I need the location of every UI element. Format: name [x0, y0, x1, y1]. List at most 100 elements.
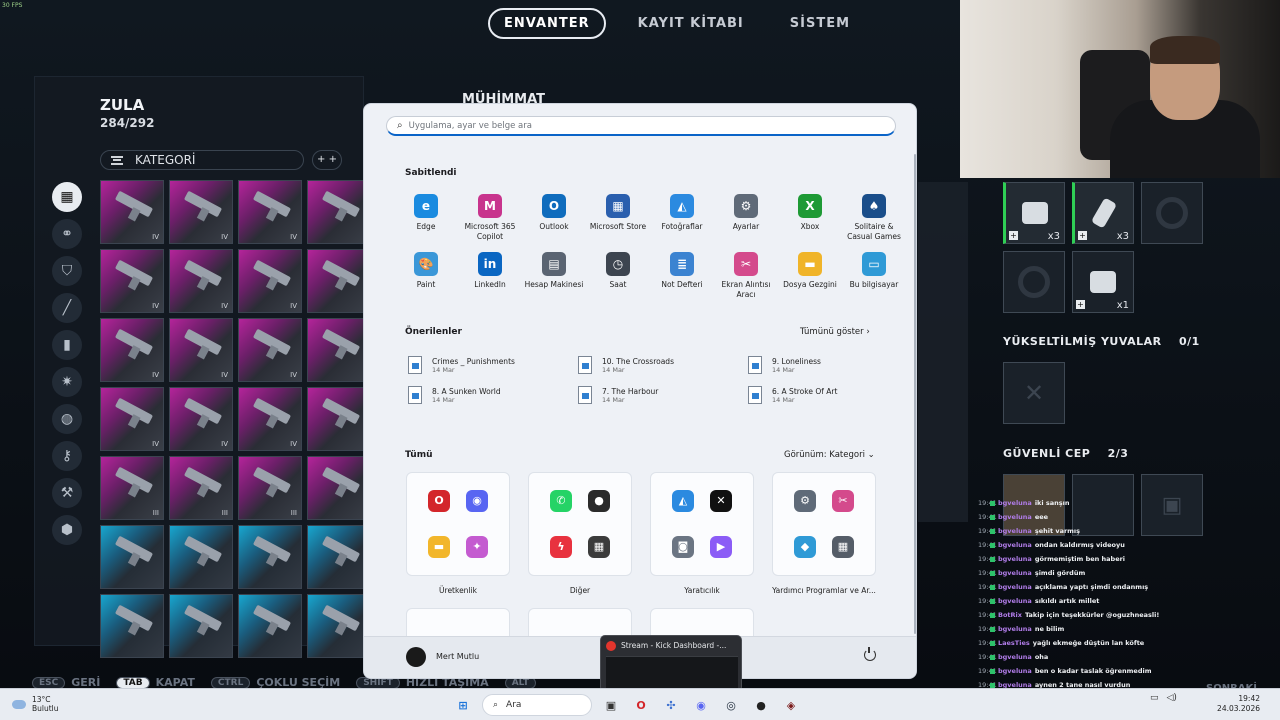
steam-icon[interactable]: ◎ [720, 694, 742, 716]
ammo-icon[interactable]: ▮ [52, 330, 82, 360]
inventory-cell[interactable]: IV [169, 180, 233, 244]
inventory-cell[interactable] [307, 180, 371, 244]
equipment-slot[interactable]: + x3 [1003, 182, 1065, 244]
empty-slot[interactable] [1003, 251, 1065, 313]
pinned-app[interactable]: ▦ Microsoft Store [586, 194, 650, 242]
inventory-cell[interactable] [307, 525, 371, 589]
cube-icon[interactable]: ⬢ [52, 515, 82, 545]
inventory-cell[interactable]: IV [100, 387, 164, 451]
chat-username[interactable]: bgveluna [998, 510, 1032, 524]
tab-sistem[interactable]: SİSTEM [776, 10, 864, 37]
pinned-app[interactable]: ▬ Dosya Gezgini [778, 252, 842, 300]
inventory-cell[interactable]: III [169, 456, 233, 520]
inventory-cell[interactable]: IV [169, 249, 233, 313]
start-search-input[interactable] [408, 120, 869, 131]
weapon-icon[interactable]: ╱ [52, 293, 82, 323]
category-folder[interactable]: ◭ ✕ ◙ ▶ [650, 472, 754, 576]
chat-username[interactable]: bgveluna [998, 650, 1032, 664]
clock[interactable]: 19:42 24.03.2026 [1210, 694, 1260, 714]
empty-slot[interactable] [1141, 182, 1203, 244]
equipment-slot[interactable]: + x3 [1072, 182, 1134, 244]
pinned-app[interactable]: ⚙ Ayarlar [714, 194, 778, 242]
chat-username[interactable]: bgveluna [998, 580, 1032, 594]
windows-start-icon[interactable]: ⊞ [452, 694, 474, 716]
shield-icon[interactable]: ⛉ [52, 256, 82, 286]
chat-username[interactable]: LaesTies [998, 636, 1030, 650]
inventory-cell[interactable] [307, 594, 371, 658]
inventory-cell[interactable]: IV [100, 318, 164, 382]
inventory-cell[interactable]: III [238, 456, 302, 520]
recommended-item[interactable]: 10. The Crossroads 14 Mar [578, 356, 748, 374]
pinned-app[interactable]: ◷ Saat [586, 252, 650, 300]
recommended-item[interactable]: Crimes _ Punishments 14 Mar [408, 356, 578, 374]
opera-icon[interactable]: O [630, 694, 652, 716]
wrench-icon[interactable]: ⚒ [52, 478, 82, 508]
pinned-app[interactable]: ≣ Not Defteri [650, 252, 714, 300]
pinned-app[interactable]: e Edge [394, 194, 458, 242]
user-name[interactable]: Mert Mutlu [436, 652, 479, 661]
view-selector[interactable]: Görünüm: Kategori ⌄ [778, 448, 881, 462]
inventory-cell[interactable]: III [100, 456, 164, 520]
game-icon[interactable]: ◈ [780, 694, 802, 716]
pinned-app[interactable]: ◭ Fotoğraflar [650, 194, 714, 242]
recommended-item[interactable]: 6. A Stroke Of Art 14 Mar [748, 386, 916, 404]
weather-widget[interactable]: 13°C Bulutlu [12, 695, 59, 713]
pinned-app[interactable]: O Outlook [522, 194, 586, 242]
category-folder[interactable]: O ◉ ▬ ✦ [406, 472, 510, 576]
inventory-cell[interactable] [100, 594, 164, 658]
pinned-app[interactable]: 🎨 Paint [394, 252, 458, 300]
inventory-cell[interactable]: IV [238, 318, 302, 382]
recommended-item[interactable]: 8. A Sunken World 14 Mar [408, 386, 578, 404]
category-folder[interactable]: ✆ ● ϟ ▦ [528, 472, 632, 576]
app-category-group[interactable]: ✆ ● ϟ ▦ Diğer [528, 472, 632, 595]
chat-username[interactable]: BotRix [998, 608, 1022, 622]
pinned-app[interactable]: in LinkedIn [458, 252, 522, 300]
attachments-icon[interactable]: ⚭ [52, 219, 82, 249]
chat-username[interactable]: bgveluna [998, 622, 1032, 636]
all-grid-icon[interactable]: ▦ [52, 182, 82, 212]
tab-envanter[interactable]: ENVANTER [488, 8, 606, 39]
inventory-cell[interactable]: IV [238, 249, 302, 313]
inventory-cell[interactable] [238, 594, 302, 658]
equipment-slot[interactable]: + x1 [1072, 251, 1134, 313]
pinned-app[interactable]: ✂ Ekran Alıntısı Aracı [714, 252, 778, 300]
taskbar-preview-popup[interactable]: Stream - Kick Dashboard -... [600, 635, 742, 692]
chat-username[interactable]: bgveluna [998, 552, 1032, 566]
chat-username[interactable]: bgveluna [998, 524, 1032, 538]
inventory-cell[interactable] [307, 318, 371, 382]
upgraded-slot[interactable]: ✕ [1003, 362, 1065, 424]
inventory-cell[interactable] [169, 525, 233, 589]
key-icon[interactable]: ⚷ [52, 441, 82, 471]
app-category-group[interactable]: ◭ ✕ ◙ ▶ Yaratıcılık [650, 472, 754, 595]
show-all-button[interactable]: Tümünü göster › [794, 325, 876, 339]
chat-username[interactable]: bgveluna [998, 594, 1032, 608]
chat-username[interactable]: bgveluna [998, 496, 1032, 510]
chat-username[interactable]: bgveluna [998, 538, 1032, 552]
inventory-cell[interactable] [169, 594, 233, 658]
network-icon[interactable]: ▭ [1150, 693, 1159, 703]
volume-icon[interactable]: ◁) [1167, 693, 1177, 703]
inventory-cell[interactable]: IV [100, 180, 164, 244]
inventory-cell[interactable] [307, 456, 371, 520]
pinned-app[interactable]: ♠ Solitaire & Casual Games [842, 194, 906, 242]
power-icon[interactable] [864, 647, 876, 661]
chat-username[interactable]: bgveluna [998, 566, 1032, 580]
category-folder[interactable]: ⚙ ✂ ◆ ▦ [772, 472, 876, 576]
app-category-group[interactable]: O ◉ ▬ ✦ Üretkenlik [406, 472, 510, 595]
inventory-cell[interactable] [307, 387, 371, 451]
recommended-item[interactable]: 7. The Harbour 14 Mar [578, 386, 748, 404]
pinned-app[interactable]: ▤ Hesap Makinesi [522, 252, 586, 300]
grenade-icon[interactable]: ✷ [52, 367, 82, 397]
tab-kayit-kitabi[interactable]: KAYIT KİTABI [624, 10, 758, 37]
category-filter[interactable]: KATEGORİ [100, 150, 304, 170]
pinned-app[interactable]: ▭ Bu bilgisayar [842, 252, 906, 300]
inventory-cell[interactable]: IV [100, 249, 164, 313]
obs-icon[interactable]: ● [750, 694, 772, 716]
recommended-item[interactable]: 9. Loneliness 14 Mar [748, 356, 916, 374]
inventory-cell[interactable] [307, 249, 371, 313]
inventory-cell[interactable]: IV [238, 180, 302, 244]
discord-icon[interactable]: ◉ [690, 694, 712, 716]
inventory-cell[interactable] [100, 525, 164, 589]
task-view-icon[interactable]: ▣ [600, 694, 622, 716]
start-search-box[interactable]: ⌕ [386, 116, 896, 136]
